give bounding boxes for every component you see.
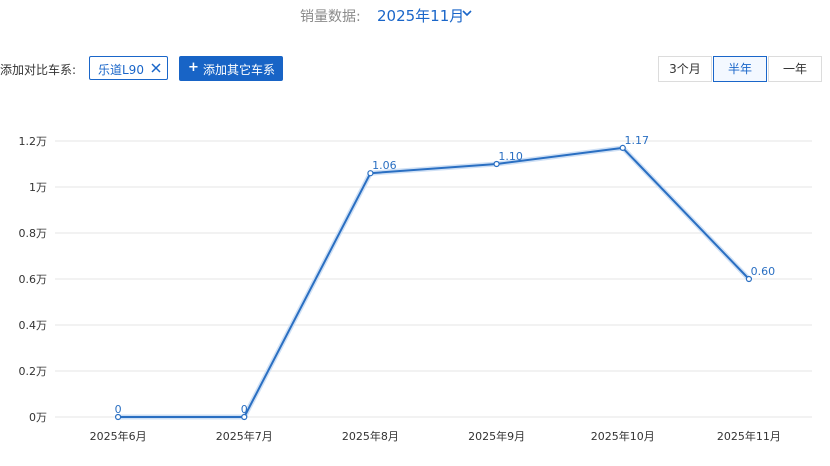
data-label: 1.10 — [498, 150, 523, 163]
close-icon[interactable] — [151, 63, 161, 73]
x-tick-label: 2025年9月 — [468, 429, 525, 443]
y-tick-label: 1.2万 — [19, 135, 48, 148]
y-tick-label: 0.6万 — [19, 273, 48, 286]
data-label: 1.06 — [372, 159, 397, 172]
sales-header: 销量数据: 2025年11月 — [0, 4, 830, 26]
data-label: 0 — [241, 403, 248, 416]
add-series-label: 添加其它车系 — [203, 63, 276, 77]
chevron-down-icon[interactable] — [461, 7, 473, 19]
compare-tag[interactable]: 乐道L90 — [89, 56, 168, 80]
x-tick-label: 2025年8月 — [342, 429, 399, 443]
x-tick-label: 2025年6月 — [90, 429, 147, 443]
range-one-year[interactable]: 一年 — [768, 56, 822, 82]
sales-line-chart: 0万 0.2万 0.4万 0.6万 0.8万 1万 1.2万 2025年6月 2025年7月 20… — [19, 134, 812, 443]
data-label: 1.17 — [625, 134, 650, 147]
compare-label: 添加对比车系: — [0, 63, 77, 77]
range-3-months[interactable]: 3个月 — [658, 56, 712, 82]
series-line — [118, 146, 750, 418]
add-series-button[interactable]: + 添加其它车系 — [179, 56, 283, 81]
y-tick-label: 0.4万 — [19, 319, 48, 332]
data-label: 0.60 — [751, 265, 776, 278]
y-tick-label: 0万 — [29, 411, 47, 424]
data-label: 0 — [115, 403, 122, 416]
series-line-halo — [118, 145, 751, 420]
x-tick-label: 2025年7月 — [216, 429, 273, 443]
plus-icon: + — [188, 60, 199, 75]
x-tick-label: 2025年11月 — [717, 429, 781, 443]
range-half-year[interactable]: 半年 — [713, 56, 767, 82]
month-selector[interactable]: 2025年11月 — [377, 5, 464, 26]
sales-data-label: 销量数据: — [300, 9, 361, 25]
compare-tag-label: 乐道L90 — [98, 63, 144, 77]
y-tick-label: 1万 — [29, 181, 47, 194]
y-tick-label: 0.2万 — [19, 365, 48, 378]
y-tick-label: 0.8万 — [19, 227, 48, 240]
x-tick-label: 2025年10月 — [591, 429, 655, 443]
